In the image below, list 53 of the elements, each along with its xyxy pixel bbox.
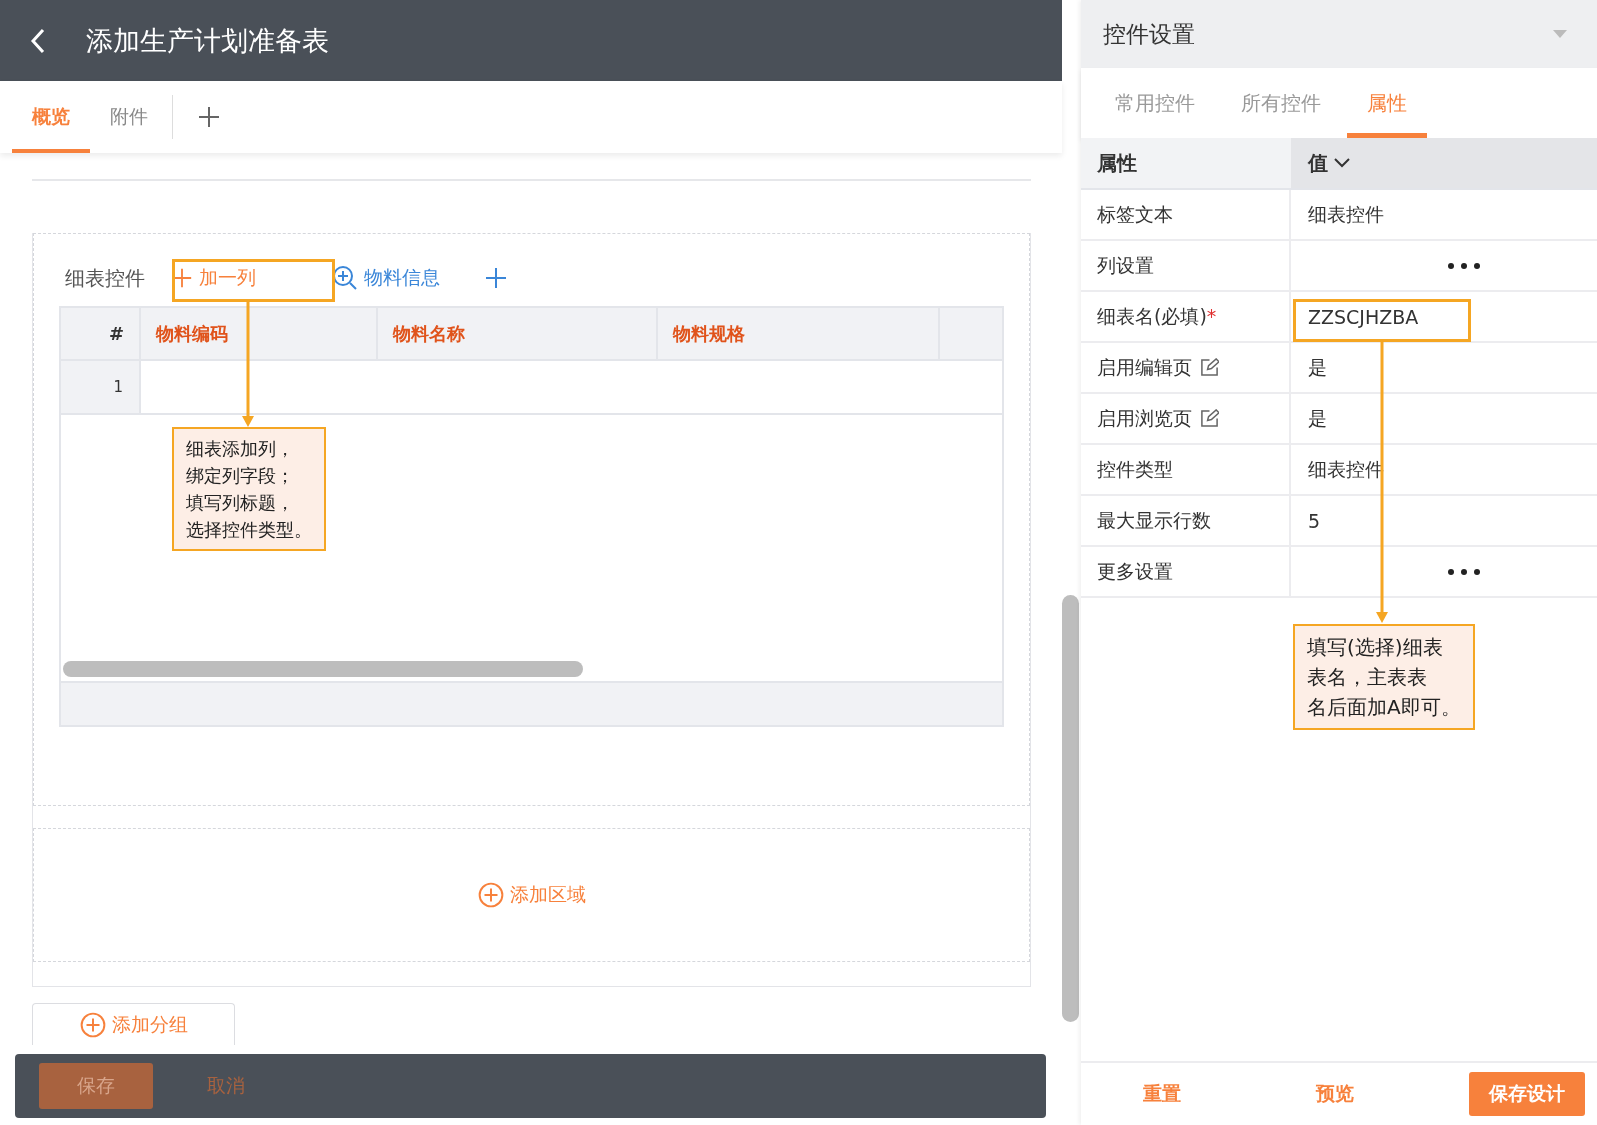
edit-icon[interactable]	[1200, 409, 1219, 428]
add-button[interactable]	[484, 266, 508, 290]
panel-title: 控件设置	[1103, 19, 1195, 49]
add-circle-icon	[477, 882, 504, 908]
property-name: 标签文本	[1097, 201, 1173, 227]
vertical-scrollbar[interactable]	[1062, 595, 1079, 1022]
add-column-button[interactable]: 加一列	[145, 265, 296, 291]
reset-button[interactable]: 重置	[1123, 1072, 1201, 1116]
tab[interactable]: 常用控件	[1095, 68, 1215, 138]
tab[interactable]: 概览	[12, 81, 90, 153]
add-area-button[interactable]: 添加区域	[477, 882, 586, 908]
save-design-button[interactable]: 保存设计	[1469, 1072, 1585, 1116]
property-value: ZZSCJHZBA	[1308, 305, 1419, 328]
property-value: 是	[1308, 354, 1327, 380]
detail-table-label: 细表控件	[65, 264, 145, 292]
property-name: 细表名(必填)*	[1097, 303, 1217, 329]
property-name: 最大显示行数	[1097, 507, 1211, 533]
column-header: 物料名称	[378, 308, 658, 361]
preview-button[interactable]: 预览	[1296, 1072, 1374, 1116]
column-header: #	[61, 308, 141, 361]
tab[interactable]: 所有控件	[1221, 68, 1341, 138]
property-name: 启用浏览页	[1097, 405, 1192, 431]
callout-note: 填写(选择)细表 表名，主表表 名后面加A即可。	[1293, 624, 1475, 730]
more-icon[interactable]	[1447, 567, 1481, 576]
add-group-button[interactable]: 添加分组	[32, 1003, 235, 1045]
callout-note: 细表添加列， 绑定列字段； 填写列标题， 选择控件类型。	[172, 427, 326, 551]
more-icon[interactable]	[1447, 261, 1481, 270]
column-header: 物料规格	[658, 308, 940, 361]
property-name: 更多设置	[1097, 558, 1173, 584]
page-title: 添加生产计划准备表	[86, 23, 329, 58]
property-value: 细表控件	[1308, 201, 1384, 227]
column-header[interactable]: 值	[1291, 138, 1597, 190]
property-value: 5	[1308, 509, 1321, 532]
chevron-down-icon	[1334, 158, 1350, 168]
plus-icon	[197, 105, 221, 129]
property-name: 控件类型	[1097, 456, 1173, 482]
property-name: 启用编辑页	[1097, 354, 1192, 380]
edit-icon[interactable]	[1200, 358, 1219, 377]
tab[interactable]: 附件	[90, 81, 168, 153]
plus-icon	[484, 266, 508, 290]
property-name: 列设置	[1097, 252, 1154, 278]
back-icon	[30, 27, 46, 54]
back-button[interactable]	[30, 27, 46, 54]
save-button[interactable]: 保存	[39, 1063, 153, 1109]
column-header: 属性	[1081, 138, 1291, 190]
horizontal-scrollbar[interactable]	[63, 661, 583, 677]
property-value: 是	[1308, 405, 1327, 431]
zoom-in-icon	[332, 265, 358, 291]
row-number: 1	[61, 361, 141, 415]
column-header: 物料编码	[141, 308, 378, 361]
cancel-button[interactable]: 取消	[183, 1063, 269, 1109]
lookup-button[interactable]: 物料信息	[326, 265, 470, 291]
add-circle-icon	[79, 1011, 106, 1038]
